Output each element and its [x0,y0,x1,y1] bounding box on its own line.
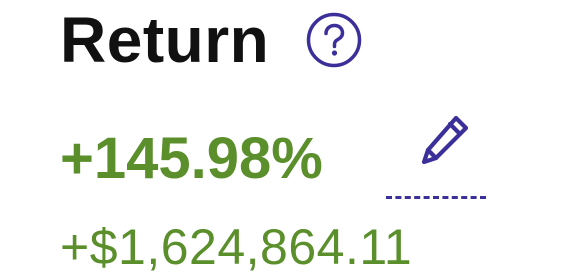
title-row: Return [60,0,363,80]
return-percent: +145.98% [60,126,323,191]
return-percent-row: +145.98% [60,122,323,202]
edit-return-button[interactable] [386,112,486,202]
return-widget: Return +145.98% +$1,624,864.11 [0,0,588,280]
question-circle-icon[interactable] [305,11,363,69]
return-amount: +$1,624,864.11 [60,219,413,275]
pencil-icon [420,112,472,170]
edit-underline [386,196,486,199]
page-title: Return [60,4,270,76]
